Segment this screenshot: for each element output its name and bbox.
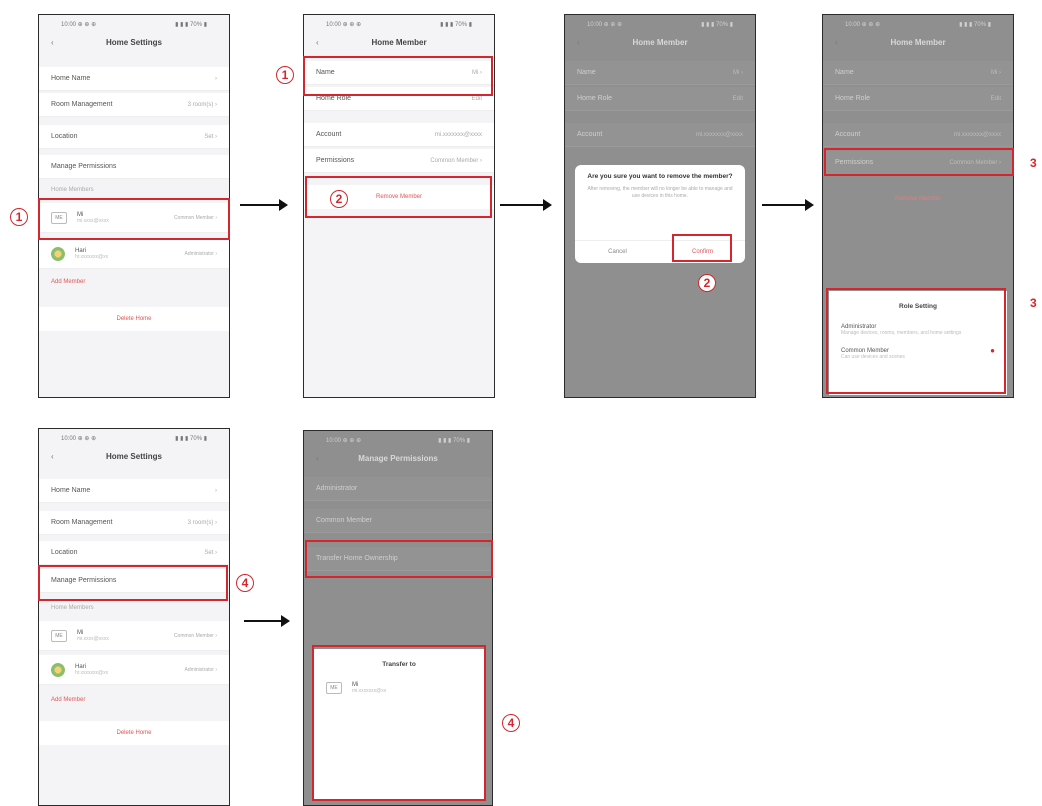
step-number: 3	[1030, 296, 1037, 310]
avatar	[51, 246, 65, 261]
back-icon[interactable]: ‹	[316, 33, 319, 53]
members-header: Home Members	[51, 187, 94, 193]
row-home-name[interactable]: Home Name ›	[39, 479, 229, 503]
step-number: 2	[330, 190, 348, 208]
back-icon[interactable]: ‹	[577, 33, 580, 53]
row-location[interactable]: Location Set ›	[39, 125, 229, 149]
row-account: Account mi.xxxxxxx@xxxx	[823, 123, 1013, 147]
title-bar: ‹ Home Member	[304, 33, 494, 53]
page-title: Home Member	[371, 38, 427, 47]
row-name: Name Mi ›	[565, 61, 755, 85]
back-icon[interactable]: ‹	[835, 33, 838, 53]
screen-confirm-remove: 10:00 ⊕ ⊕ ⊕ ▮ ▮ ▮ 70% ▮ ‹ Home Member Nam…	[564, 14, 756, 398]
row-home-name[interactable]: Home Name ›	[39, 67, 229, 91]
highlight-box	[38, 198, 230, 240]
highlight-box	[312, 645, 486, 801]
row-room-management[interactable]: Room Management 3 room(s) ›	[39, 93, 229, 117]
row-home-role: Home Role Edit	[823, 87, 1013, 111]
back-icon[interactable]: ‹	[51, 33, 54, 53]
highlight-box	[826, 288, 1006, 394]
status-bar: 10:00 ⊕ ⊕ ⊕ ▮ ▮ ▮ 70% ▮	[587, 21, 733, 28]
title-bar: ‹ Home Settings	[39, 33, 229, 53]
back-icon[interactable]: ‹	[316, 449, 319, 469]
row-account: Account mi.xxxxxxx@xxxx	[304, 123, 494, 147]
delete-home-button[interactable]: Delete Home	[39, 721, 229, 745]
highlight-box	[305, 540, 493, 578]
row-permissions[interactable]: Permissions Common Member ›	[304, 149, 494, 173]
row-home-role: Home Role Edit	[565, 87, 755, 111]
title-bar: ‹ Home Member	[823, 33, 1013, 53]
page-title: Home Member	[632, 38, 688, 47]
member-item[interactable]: Hari hr.xxxxxxx@xx Administrator ›	[39, 239, 229, 269]
row-room-management[interactable]: Room Management 3 room(s) ›	[39, 511, 229, 535]
arrow-icon	[500, 199, 552, 211]
step-number: 4	[502, 714, 520, 732]
add-member-link[interactable]: Add Member	[51, 697, 85, 703]
member-item[interactable]: Hari hr.xxxxxxx@xx Administrator ›	[39, 655, 229, 685]
members-header: Home Members	[51, 605, 94, 611]
step-number: 3	[1030, 156, 1037, 170]
screen-home-settings-2: 10:00 ⊕ ⊕ ⊕ ▮ ▮ ▮ 70% ▮ ‹ Home Settings H…	[38, 428, 230, 806]
step-number: 1	[10, 208, 28, 226]
delete-home-button[interactable]: Delete Home	[39, 307, 229, 331]
row-administrator[interactable]: Administrator	[304, 477, 492, 501]
page-title: Manage Permissions	[358, 454, 438, 463]
page-title: Home Settings	[105, 38, 162, 47]
back-icon[interactable]: ‹	[51, 447, 54, 467]
arrow-icon	[762, 199, 814, 211]
row-name: Name Mi ›	[823, 61, 1013, 85]
cancel-button[interactable]: Cancel	[575, 241, 660, 263]
arrow-icon	[244, 615, 290, 627]
status-bar: 10:00 ⊕ ⊕ ⊕ ▮ ▮ ▮ 70% ▮	[845, 21, 991, 28]
add-member-link[interactable]: Add Member	[51, 279, 85, 285]
row-location[interactable]: Location Set ›	[39, 541, 229, 565]
member-item[interactable]: ME Mi mi.xxxx@xxxx Common Member ›	[39, 621, 229, 651]
page-title: Home Member	[890, 38, 946, 47]
row-manage-permissions[interactable]: Manage Permissions	[39, 155, 229, 179]
title-bar: ‹ Home Member	[565, 33, 755, 53]
step-number: 2	[698, 274, 716, 292]
title-bar: ‹ Manage Permissions	[304, 449, 492, 469]
avatar: ME	[51, 629, 67, 642]
avatar	[51, 662, 65, 677]
status-bar: 10:00 ⊕ ⊕ ⊕ ▮ ▮ ▮ 70% ▮	[61, 21, 207, 28]
step-number: 1	[276, 66, 294, 84]
dialog-message: After removing, the member will no longe…	[587, 186, 733, 199]
status-bar: 10:00 ⊕ ⊕ ⊕ ▮ ▮ ▮ 70% ▮	[61, 435, 207, 442]
status-bar: 10:00 ⊕ ⊕ ⊕ ▮ ▮ ▮ 70% ▮	[326, 21, 472, 28]
highlight-box	[824, 148, 1014, 176]
arrow-icon	[240, 199, 288, 211]
step-number: 4	[236, 574, 254, 592]
title-bar: ‹ Home Settings	[39, 447, 229, 467]
highlight-box	[38, 565, 228, 601]
row-account: Account mi.xxxxxxx@xxxx	[565, 123, 755, 147]
dialog-title: Are you sure you want to remove the memb…	[587, 173, 733, 180]
page-title: Home Settings	[105, 452, 162, 461]
status-bar: 10:00 ⊕ ⊕ ⊕ ▮ ▮ ▮ 70% ▮	[326, 437, 470, 444]
highlight-box	[303, 56, 493, 96]
row-common-member[interactable]: Common Member	[304, 509, 492, 533]
highlight-box	[672, 234, 732, 262]
remove-member-button: Remove Member	[894, 196, 941, 202]
